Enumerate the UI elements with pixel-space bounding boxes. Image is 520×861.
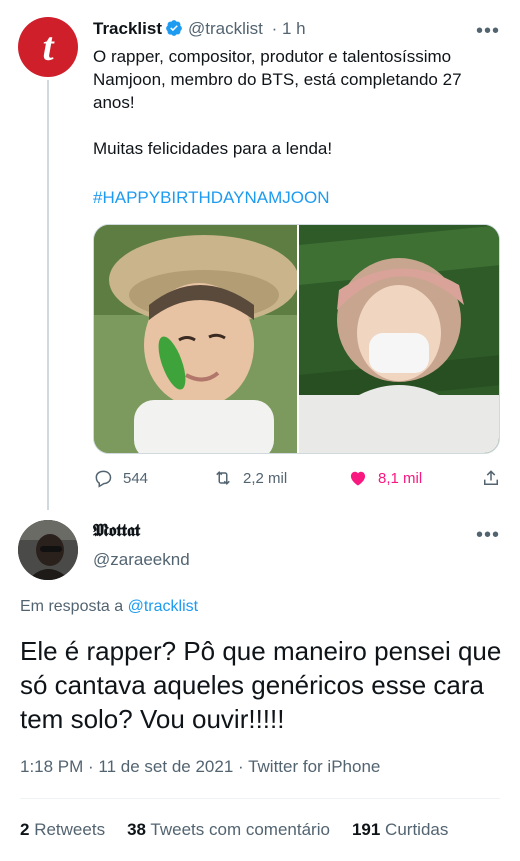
more-options-icon[interactable]: ••• [476,524,500,547]
handle[interactable]: @zaraeeknd [93,550,190,570]
avatar-zaraeeknd[interactable] [18,520,78,580]
tweet-header: Tracklist @tracklist · 1 h [93,19,306,42]
likes-stat[interactable]: 191 Curtidas [352,820,448,839]
reply-icon [95,470,112,488]
divider [20,798,500,799]
avatar-tracklist[interactable]: t [18,17,78,77]
like-action[interactable]: 8,1 mil [348,468,422,488]
reply-action[interactable]: 544 [93,468,148,488]
quotes-label: Tweets com comentário [150,820,330,839]
reply-prefix: Em resposta a [20,598,124,615]
verified-badge-icon [165,19,183,42]
replying-to: Em resposta a @tracklist [20,598,198,616]
tweet-meta[interactable]: 1:18 PM · 11 de set de 2021 · Twitter fo… [20,757,380,777]
heart-icon [350,471,366,486]
thread-line [47,80,49,510]
timestamp[interactable]: · 1 h [272,19,306,38]
more-options-icon[interactable]: ••• [476,20,500,43]
tweet-media[interactable] [93,224,500,454]
hashtag-link[interactable]: #HAPPYBIRTHDAYNAMJOON [93,188,329,208]
retweets-stat[interactable]: 2 Retweets [20,820,105,839]
like-count: 8,1 mil [378,469,423,487]
tweet-text: Ele é rapper? Pô que maneiro pensei que … [20,636,502,734]
photo-left[interactable] [94,225,299,453]
reply-count: 544 [123,469,149,487]
display-name[interactable]: Tracklist [93,19,162,38]
retweet-count: 2,2 mil [243,469,288,487]
reply-target-link[interactable]: @tracklist [128,598,198,615]
likes-count: 191 [351,820,381,839]
tweet-actions: 544 2,2 mil 8,1 mil [93,468,508,494]
retweets-label: Retweets [34,820,106,839]
quotes-count: 38 [127,820,146,839]
tweet-stats: 2 Retweets 38 Tweets com comentário 191 Cu… [20,820,448,840]
retweet-icon [216,471,230,485]
likes-label: Curtidas [385,820,449,839]
retweets-count: 2 [20,820,30,839]
quotes-stat[interactable]: 38 Tweets com comentário [127,820,330,839]
share-action[interactable] [481,468,501,488]
photo-right[interactable] [299,225,499,453]
handle[interactable]: @tracklist [188,19,263,38]
avatar-letter: t [42,24,54,69]
display-name[interactable]: 𝕸𝖔𝖙𝖙𝖆𝖙 [93,521,140,541]
tweet-text: O rapper, compositor, produtor e talento… [93,47,462,158]
retweet-action[interactable]: 2,2 mil [213,468,287,488]
share-icon [484,470,498,485]
